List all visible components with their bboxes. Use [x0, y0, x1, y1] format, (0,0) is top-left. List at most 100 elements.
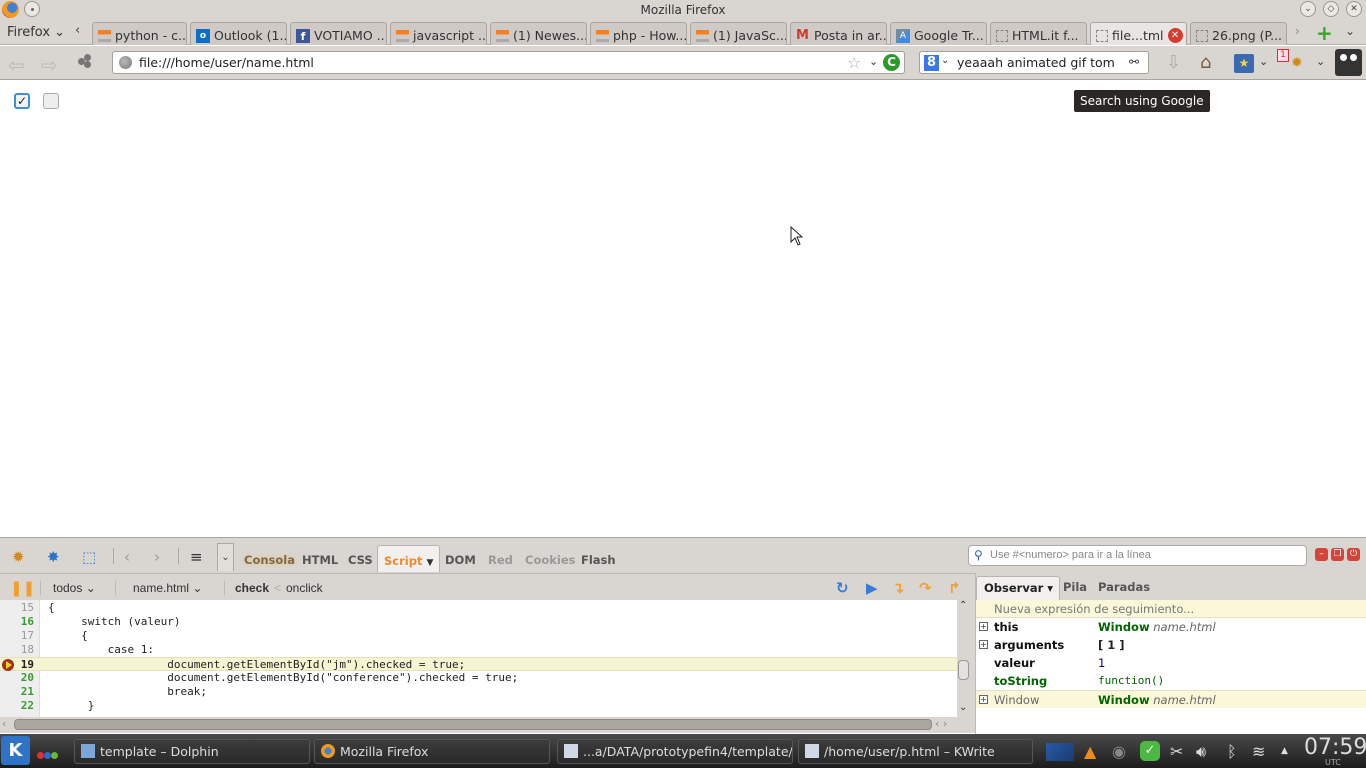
firefox-menu-button[interactable]: Firefox ⌄ — [7, 25, 65, 40]
downloads-icon[interactable]: ⇩ — [1166, 52, 1181, 73]
tab[interactable]: f VOTIAMO ... — [290, 22, 387, 45]
chevron-down-icon[interactable]: ⌄ — [941, 55, 949, 66]
side-tab-paradas[interactable]: Paradas — [1098, 580, 1150, 594]
history-icon[interactable] — [78, 54, 92, 68]
tab[interactable]: M Posta in ar... — [790, 22, 887, 45]
chevron-down-icon[interactable]: ⌄ — [1259, 55, 1268, 68]
notification-badge[interactable]: 1 — [1277, 49, 1289, 62]
back-icon[interactable]: ‹ — [124, 548, 130, 566]
watch-value[interactable]: Window name.html — [1098, 693, 1216, 707]
list-all-tabs-button[interactable]: ⌄ — [1345, 24, 1355, 38]
inspect-element-icon[interactable]: ⬚ — [82, 548, 96, 566]
tray-expand-icon[interactable]: ▲ — [1281, 746, 1288, 756]
expand-icon[interactable]: + — [979, 695, 988, 704]
chevron-up-icon[interactable]: ⌃ — [959, 600, 967, 611]
checkbox-conference[interactable] — [43, 93, 59, 109]
panel-tab-css[interactable]: CSS — [348, 553, 373, 567]
tab[interactable]: (1) JavaSc... — [690, 22, 787, 45]
expand-icon[interactable]: + — [979, 622, 988, 631]
menu-lines-icon[interactable]: ≡ — [190, 548, 203, 566]
line-number[interactable]: 21 — [0, 685, 34, 699]
bookmark-star-icon[interactable]: ☆ — [847, 53, 861, 72]
home-icon[interactable]: ⌂ — [1200, 52, 1211, 73]
scrollbar-thumb[interactable] — [14, 719, 932, 730]
google-engine-icon[interactable]: 8 — [924, 55, 939, 71]
tab[interactable]: 26.png (P... — [1190, 22, 1287, 45]
code-line[interactable]: 22 } — [0, 699, 957, 713]
panel-tab-consola[interactable]: Consola — [244, 553, 295, 567]
kde-menu-icon[interactable]: K — [1, 736, 30, 765]
step-into-icon[interactable]: ↴ — [892, 579, 905, 597]
break-on-next-icon[interactable]: ❚❚ — [10, 579, 35, 597]
panel-tab-cookies[interactable]: Cookies — [525, 553, 575, 567]
code-line[interactable]: 16 switch (valeur) — [0, 615, 957, 629]
search-input[interactable]: yeaaah animated gif tom — [957, 55, 1115, 70]
side-tab-observar[interactable]: Observar ▾ — [976, 576, 1061, 600]
wifi-icon[interactable]: ≋ — [1252, 742, 1265, 761]
chevron-down-icon[interactable]: ⌄ — [959, 702, 967, 713]
line-number[interactable]: 20 — [0, 671, 34, 685]
taskbar-item[interactable]: /home/user/p.html – KWrite — [798, 739, 1033, 764]
url-text[interactable]: file:///home/user/name.html — [139, 55, 314, 70]
rerun-icon[interactable]: ↻ — [836, 579, 849, 597]
reload-icon[interactable]: C — [883, 54, 900, 71]
watch-value[interactable]: [ 1 ] — [1098, 638, 1125, 652]
face-addon-icon[interactable] — [1335, 49, 1362, 76]
tab[interactable]: php - How... — [590, 22, 687, 45]
inspect-bug-icon[interactable]: ✸ — [47, 548, 60, 566]
expand-icon[interactable]: + — [979, 640, 988, 649]
vlc-icon[interactable]: ▲ — [1084, 742, 1096, 761]
tab[interactable]: python - c... — [92, 22, 187, 45]
panel-tab-script[interactable]: Script ▼ — [377, 545, 441, 572]
close-tab-icon[interactable]: ✕ — [1167, 28, 1183, 43]
url-history-dropdown[interactable]: ⌄ — [869, 55, 878, 68]
line-number[interactable]: 19 — [0, 658, 34, 672]
chevron-down-icon[interactable]: ⌄ — [1316, 55, 1325, 68]
firebug-detach-button[interactable]: ❐ — [1331, 548, 1344, 561]
code-vertical-scrollbar[interactable]: ⌃ ⌄ — [957, 600, 971, 717]
taskbar-item[interactable]: Mozilla Firefox — [314, 739, 550, 764]
code-line[interactable]: 21 break; — [0, 685, 957, 699]
maximize-button[interactable]: ◇ — [1323, 1, 1339, 17]
panel-tab-flash[interactable]: Flash — [581, 553, 616, 567]
line-number[interactable]: 17 — [0, 629, 34, 643]
tab[interactable]: A Google Tr... — [890, 22, 987, 45]
firebug-menu-icon[interactable]: ✹ — [12, 548, 25, 566]
firebug-close-button[interactable]: ⏻ — [1347, 548, 1360, 561]
checkmark-app-icon[interactable]: ✓ — [1140, 741, 1160, 761]
firebug-minimize-button[interactable]: – — [1315, 548, 1328, 561]
tab-active[interactable]: file...tml ✕ — [1090, 22, 1187, 45]
forward-button[interactable]: ⇨ — [41, 53, 58, 77]
new-watch-expression-input[interactable]: Nueva expresión de seguimiento... — [976, 600, 1366, 618]
taskbar-item[interactable]: ...a/DATA/prototypefin4/template/w... — [557, 739, 793, 764]
url-bar[interactable]: file:///home/user/name.html ☆ ⌄ C — [112, 51, 905, 74]
line-number[interactable]: 18 — [0, 643, 34, 657]
code-line[interactable]: 18 case 1: — [0, 643, 957, 657]
scroll-right-icon[interactable]: ‹ › — [935, 717, 947, 730]
step-over-icon[interactable]: ↷ — [919, 579, 932, 597]
forward-icon[interactable]: › — [154, 548, 160, 566]
watch-value[interactable]: function() — [1098, 674, 1164, 687]
watch-value[interactable]: 1 — [1098, 656, 1105, 670]
back-button[interactable]: ⇦ — [8, 53, 25, 77]
script-source-view[interactable]: 15{16 switch (valeur) 17 {18 case 1: 19 do… — [0, 600, 957, 717]
line-number[interactable]: 15 — [0, 601, 34, 615]
watch-value[interactable]: Window name.html — [1098, 620, 1216, 634]
code-horizontal-scrollbar[interactable]: ‹ ‹ › — [0, 717, 957, 733]
spotify-icon[interactable]: ◉ — [1112, 742, 1126, 761]
watch-row-global[interactable]: + Window Window name.html — [976, 690, 1366, 708]
line-number[interactable]: 22 — [0, 699, 34, 713]
volume-icon[interactable]: 🔊︎ — [1196, 742, 1206, 762]
panels-dropdown-button[interactable]: ⌄ — [217, 543, 234, 571]
code-line-current[interactable]: 19 document.getElementById("jm").checked… — [0, 657, 957, 671]
new-tab-button[interactable]: + — [1316, 21, 1333, 45]
scrollbar-thumb[interactable] — [958, 660, 969, 680]
desktop-pager-icon[interactable] — [1046, 743, 1074, 761]
scissors-icon[interactable]: ✂ — [1170, 742, 1183, 761]
watch-row[interactable]: toString function() — [976, 672, 1366, 690]
side-tab-pila[interactable]: Pila — [1063, 580, 1087, 594]
checkbox-jm[interactable]: ✓ — [14, 93, 30, 109]
search-bar[interactable]: 8 ⌄ yeaaah animated gif tom ⚯ — [919, 51, 1149, 74]
panel-tab-dom[interactable]: DOM — [445, 553, 476, 567]
bookmarks-icon[interactable]: ★ — [1234, 54, 1254, 73]
